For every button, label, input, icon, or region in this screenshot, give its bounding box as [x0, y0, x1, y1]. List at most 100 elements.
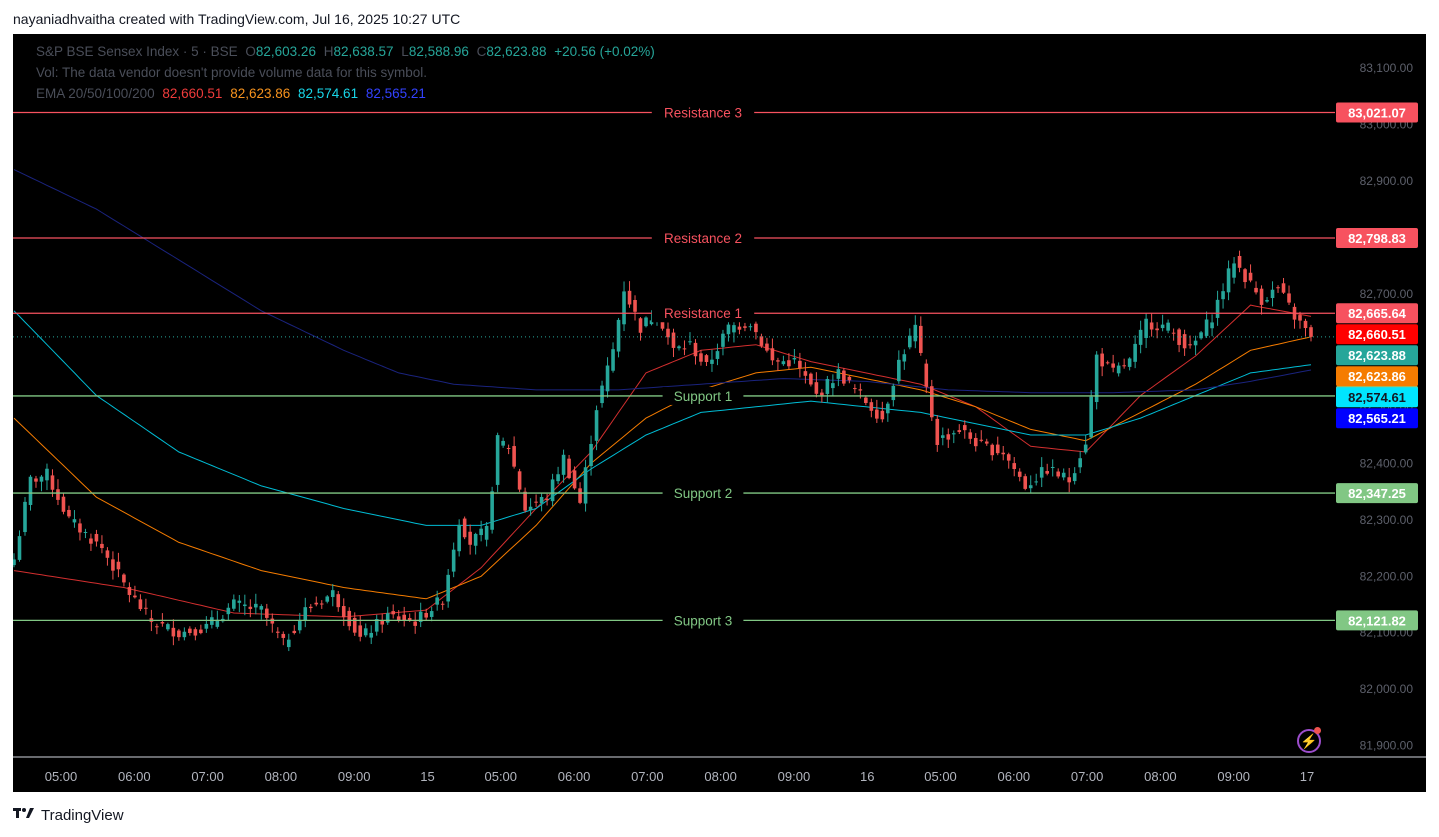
candle[interactable] — [89, 538, 93, 544]
candle[interactable] — [1111, 363, 1115, 368]
candle[interactable] — [940, 435, 945, 438]
candle[interactable] — [715, 351, 720, 359]
candle[interactable] — [237, 600, 242, 603]
candle[interactable] — [1276, 287, 1280, 289]
candle[interactable] — [468, 531, 472, 545]
candle[interactable] — [1248, 272, 1253, 281]
candle[interactable] — [462, 518, 467, 538]
candle[interactable] — [935, 418, 940, 445]
candle[interactable] — [743, 326, 747, 328]
candle[interactable] — [517, 471, 522, 490]
candle[interactable] — [644, 317, 648, 327]
candle[interactable] — [1166, 322, 1170, 331]
candle[interactable] — [583, 467, 588, 504]
candle[interactable] — [479, 528, 483, 536]
candle[interactable] — [1210, 322, 1214, 329]
candle[interactable] — [45, 468, 49, 481]
candle[interactable] — [23, 501, 27, 533]
candle[interactable] — [391, 611, 396, 615]
candle[interactable] — [1072, 473, 1077, 482]
candle[interactable] — [1045, 471, 1050, 474]
candle[interactable] — [286, 639, 291, 648]
candle[interactable] — [886, 403, 890, 414]
candle[interactable] — [1006, 454, 1011, 461]
candle[interactable] — [13, 559, 16, 566]
candle[interactable] — [902, 354, 907, 362]
candle[interactable] — [243, 604, 247, 607]
candle[interactable] — [979, 439, 984, 441]
candle[interactable] — [259, 606, 264, 610]
candle[interactable] — [1204, 319, 1209, 336]
candle[interactable] — [1127, 358, 1132, 367]
footer-brand[interactable]: TradingView — [13, 806, 124, 824]
candle[interactable] — [380, 620, 385, 625]
candle[interactable] — [781, 361, 786, 365]
candle[interactable] — [396, 616, 401, 621]
candle[interactable] — [1281, 283, 1286, 293]
candle[interactable] — [809, 373, 813, 385]
candle[interactable] — [693, 342, 698, 357]
candle[interactable] — [572, 470, 577, 489]
candle[interactable] — [627, 290, 632, 305]
candle[interactable] — [490, 491, 494, 530]
candle[interactable] — [611, 349, 615, 371]
candle[interactable] — [1221, 291, 1225, 300]
candle[interactable] — [1017, 471, 1022, 477]
candle[interactable] — [666, 328, 670, 338]
ema-legend[interactable]: EMA 20/50/100/200 82,660.51 82,623.86 82… — [36, 86, 430, 101]
candle[interactable] — [265, 608, 269, 618]
candle[interactable] — [891, 385, 896, 401]
candle[interactable] — [1061, 472, 1066, 478]
candle[interactable] — [858, 389, 863, 391]
candle[interactable] — [1309, 327, 1313, 337]
candle[interactable] — [1298, 315, 1302, 321]
candle[interactable] — [1100, 353, 1104, 367]
candle[interactable] — [803, 371, 808, 376]
candle[interactable] — [589, 443, 593, 467]
candle[interactable] — [127, 587, 132, 595]
candle[interactable] — [1144, 318, 1148, 338]
candle[interactable] — [567, 458, 571, 479]
candle[interactable] — [814, 382, 819, 394]
candle[interactable] — [754, 323, 758, 333]
candle[interactable] — [968, 432, 973, 439]
candle[interactable] — [177, 630, 181, 638]
candle[interactable] — [336, 594, 341, 608]
candle[interactable] — [424, 612, 428, 618]
candle[interactable] — [1034, 481, 1039, 483]
candle[interactable] — [1199, 332, 1203, 339]
candle[interactable] — [951, 433, 956, 435]
candle[interactable] — [61, 496, 66, 512]
candle[interactable] — [919, 325, 923, 353]
candle[interactable] — [1243, 269, 1247, 283]
candle[interactable] — [869, 402, 874, 411]
candle[interactable] — [957, 430, 962, 432]
candle[interactable] — [1012, 463, 1017, 470]
candle[interactable] — [990, 444, 995, 456]
candle[interactable] — [166, 624, 170, 630]
candle[interactable] — [385, 613, 390, 623]
candle[interactable] — [413, 621, 417, 626]
candle[interactable] — [704, 355, 709, 363]
candle[interactable] — [534, 501, 538, 503]
candle[interactable] — [341, 606, 346, 618]
candle[interactable] — [748, 326, 753, 328]
candle[interactable] — [1232, 263, 1236, 278]
candle[interactable] — [605, 365, 610, 392]
candle[interactable] — [78, 523, 82, 533]
candle[interactable] — [275, 631, 280, 633]
candle[interactable] — [363, 628, 368, 636]
candle[interactable] — [710, 359, 714, 364]
candle[interactable] — [578, 488, 582, 503]
candle[interactable] — [17, 536, 22, 560]
candle[interactable] — [105, 550, 110, 558]
candle[interactable] — [820, 392, 824, 396]
candle[interactable] — [594, 410, 599, 441]
candle[interactable] — [622, 291, 626, 325]
candle[interactable] — [116, 561, 121, 570]
candle[interactable] — [1303, 320, 1308, 329]
candle[interactable] — [138, 599, 143, 610]
candle[interactable] — [155, 626, 159, 628]
candle[interactable] — [1149, 322, 1154, 330]
candle[interactable] — [325, 596, 330, 602]
